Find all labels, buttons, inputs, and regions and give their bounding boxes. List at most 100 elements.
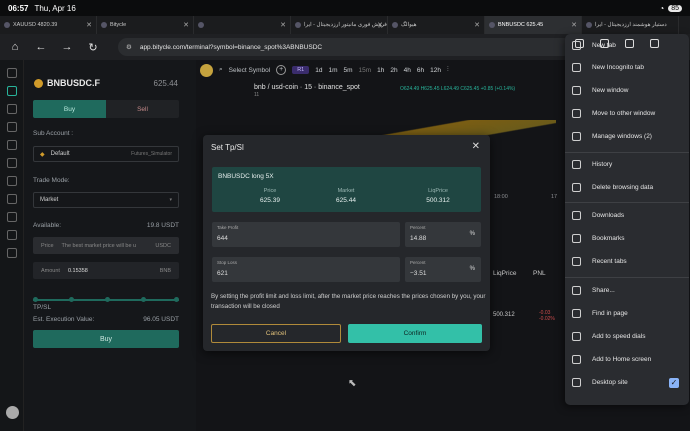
nav-timer-icon[interactable]	[6, 212, 17, 222]
browser-tab[interactable]: Bitycle ✕	[97, 16, 194, 34]
apps-grid-icon[interactable]	[6, 406, 19, 419]
tpsl-label[interactable]: TP/SL	[33, 304, 51, 311]
sl-percent-label: Percent	[410, 260, 426, 265]
amount-unit: BNB	[159, 267, 171, 274]
menu-delete-browsing-data[interactable]: Delete browsing data	[565, 176, 689, 199]
timeframe-1m[interactable]: 1m	[328, 67, 337, 74]
slider-stop[interactable]	[33, 297, 38, 302]
menu-share[interactable]: Share...	[565, 279, 689, 302]
take-profit-field[interactable]: Take Profit 644	[212, 222, 400, 247]
menu-recent-tabs[interactable]: Recent tabs	[565, 250, 689, 273]
position-summary: BNBUSDC long 5X Price 625.39 Market 625.44…	[212, 167, 481, 212]
timeframe-6h[interactable]: 6h	[417, 67, 424, 74]
menu-divider	[565, 202, 689, 203]
tp-percent-field[interactable]: Percent 14.88 %	[405, 222, 481, 247]
browser-tab[interactable]: فروش فوری مانیتور ارزدیجیتال - ایرا ✕	[291, 16, 388, 34]
buy-tab[interactable]: Buy	[33, 100, 106, 118]
timeframe-5m[interactable]: 5m	[343, 67, 352, 74]
nav-wallet-icon[interactable]	[6, 104, 17, 114]
close-icon[interactable]: ✕	[472, 141, 480, 152]
forward-icon[interactable]: →	[60, 41, 74, 53]
trade-mode-select[interactable]: Market ▾	[33, 192, 179, 208]
menu-new-tab[interactable]: New tab	[565, 34, 689, 57]
tab-title: XAUUSD 4820.39	[13, 22, 58, 28]
close-tab-icon[interactable]: ✕	[183, 21, 189, 29]
price-input[interactable]: Price The best market price will be u US…	[33, 237, 179, 254]
reload-icon[interactable]: ↻	[86, 41, 100, 54]
timeframe-12h[interactable]: 12h	[430, 67, 441, 74]
url-field[interactable]: ⚙ app.bitycle.com/terminal?symbol=binanc…	[118, 38, 573, 56]
desktop-site-checkbox[interactable]: ✓	[669, 377, 679, 388]
close-tab-icon[interactable]: ✕	[571, 21, 577, 29]
menu-manage-windows[interactable]: Manage windows (2)	[565, 125, 689, 148]
nav-orders-icon[interactable]	[6, 122, 17, 132]
menu-label: Add to speed dials	[592, 333, 646, 340]
menu-find-in-page[interactable]: Find in page	[565, 302, 689, 325]
browser-tab[interactable]: XAUUSD 4820.39 ✕	[0, 16, 97, 34]
nav-doc-icon[interactable]	[6, 248, 17, 258]
browser-menu: New tab New Incognito tab New window Mov…	[565, 34, 689, 405]
home-icon[interactable]: ⌂	[8, 41, 22, 53]
slider-stop[interactable]	[141, 297, 146, 302]
r1-badge[interactable]: R1	[292, 66, 310, 74]
nav-calendar-icon[interactable]	[6, 140, 17, 150]
confirm-button[interactable]: Confirm	[348, 324, 482, 343]
timeframe-15m[interactable]: 15m	[359, 67, 372, 74]
amount-input[interactable]: Amount 0.15358 BNB	[33, 262, 179, 279]
order-panel: BNBUSDC.F 625.44 Buy Sell Sub Account : …	[24, 60, 196, 431]
menu-downloads[interactable]: Downloads	[565, 204, 689, 227]
menu-new-window[interactable]: New window	[565, 79, 689, 102]
menu-add-to-speed-dials[interactable]: Add to speed dials	[565, 325, 689, 348]
site-info-icon[interactable]: ⚙	[126, 43, 132, 51]
sl-percent-field[interactable]: Percent −3.51 %	[405, 257, 481, 282]
timeframe-1h[interactable]: 1h	[377, 67, 384, 74]
timeframe-2h[interactable]: 2h	[390, 67, 397, 74]
browser-tab-active[interactable]: BNBUSDC 625.45 ✕	[485, 16, 582, 34]
menu-desktop-site[interactable]: Desktop site ✓	[565, 371, 689, 394]
menu-new-incognito-tab[interactable]: New Incognito tab	[565, 56, 689, 79]
nav-chart-icon[interactable]	[6, 68, 17, 78]
slider-stop[interactable]	[69, 297, 74, 302]
close-tab-icon[interactable]: ✕	[280, 21, 286, 29]
menu-move-to-other-window[interactable]: Move to other window	[565, 102, 689, 125]
cancel-button[interactable]: Cancel	[211, 324, 341, 343]
browser-tab[interactable]: هیوالگ ✕	[388, 16, 485, 34]
close-tab-icon[interactable]: ✕	[377, 21, 383, 29]
amount-slider[interactable]	[33, 297, 179, 302]
coin-icon: ◆	[40, 151, 45, 158]
slider-stop[interactable]	[105, 297, 110, 302]
timeframe-1d[interactable]: 1d	[315, 67, 322, 74]
nav-compass-icon[interactable]	[6, 194, 17, 204]
back-icon[interactable]: ←	[34, 41, 48, 53]
browser-tab[interactable]: ✕	[194, 16, 291, 34]
stop-loss-field[interactable]: Stop Loss 621	[212, 257, 400, 282]
candle-icon[interactable]: ⫶	[447, 66, 449, 74]
chevron-down-icon: ▾	[169, 197, 172, 203]
search-icon[interactable]: ⌕	[219, 66, 223, 74]
close-tab-icon[interactable]: ✕	[86, 21, 92, 29]
browser-tab[interactable]: دستیار هوشمند ارزدیجیتال - ایرا	[582, 16, 679, 34]
favicon-icon	[586, 22, 592, 28]
avatar[interactable]	[200, 63, 213, 77]
menu-bookmarks[interactable]: Bookmarks	[565, 227, 689, 250]
pair-price: 625.44	[153, 79, 178, 88]
menu-history[interactable]: History	[565, 153, 689, 176]
timeframe-4h[interactable]: 4h	[404, 67, 411, 74]
home-screen-icon	[572, 355, 581, 364]
nav-report-icon[interactable]	[6, 176, 17, 186]
pair-header[interactable]: BNBUSDC.F	[34, 78, 100, 88]
menu-add-to-home-screen[interactable]: Add to Home screen	[565, 348, 689, 371]
menu-label: Recent tabs	[592, 258, 627, 265]
sell-tab[interactable]: Sell	[106, 100, 179, 118]
close-tab-icon[interactable]: ✕	[474, 21, 480, 29]
menu-label: Desktop site	[592, 379, 628, 386]
buy-button[interactable]: Buy	[33, 330, 179, 348]
nav-alarm-icon[interactable]	[6, 230, 17, 240]
manage-windows-icon	[572, 132, 581, 141]
nav-trade-icon[interactable]	[6, 86, 17, 96]
nav-list-icon[interactable]	[6, 158, 17, 168]
slider-handle[interactable]	[174, 297, 179, 302]
sub-account-select[interactable]: ◆ Default Futures_Simulator	[33, 146, 179, 162]
add-symbol-icon[interactable]: +	[276, 65, 287, 75]
select-symbol[interactable]: Select Symbol	[229, 67, 271, 74]
